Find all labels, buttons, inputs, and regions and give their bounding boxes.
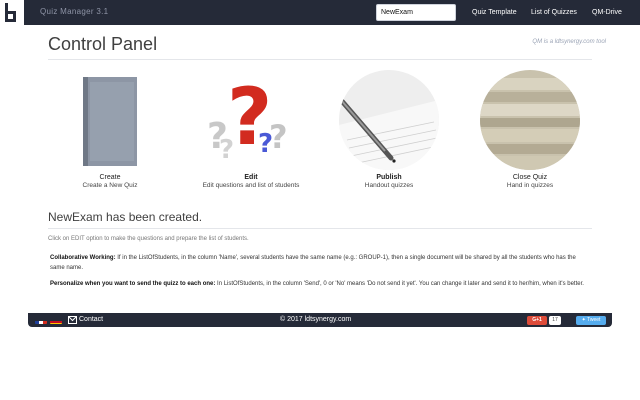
close-quiz-desc: Hand in quizzes [506,182,554,189]
hint-text: Click on EDIT option to make the questio… [48,236,249,242]
nav-quiz-template[interactable]: Quiz Template [472,9,517,16]
twitter-bird-icon: ✦ [581,317,586,323]
spanish-flag-icon[interactable] [50,316,62,324]
contact-link[interactable]: Contact [79,316,103,323]
nav-qm-drive[interactable]: QM-Drive [592,9,622,16]
folders-icon [480,70,580,170]
tweet-label: Tweet [587,317,601,323]
logo-icon[interactable] [0,0,24,25]
title-divider [48,59,592,60]
top-navbar: Quiz Manager 3.1 Quiz Template List of Q… [0,0,640,25]
main-panel: Control Panel QM is a ldtsynergy.com too… [28,25,612,313]
search-input[interactable] [376,4,456,21]
edit-tile[interactable]: ? ? ? ? ? Edit Edit questions and list o… [201,70,301,189]
question-marks-icon: ? ? ? ? ? [201,70,301,170]
create-tile[interactable]: Create Create a New Quiz [60,70,160,189]
note-body: In ListOfStudents, in the column 'Send',… [217,281,584,287]
publish-desc: Handout quizzes [364,182,414,189]
tweet-button[interactable]: ✦ Tweet [576,316,606,325]
note-title: Collaborative Working: [50,255,116,261]
note-collaborative: Collaborative Working: If in the ListOfS… [50,254,590,273]
note-title: Personalize when you want to send the qu… [50,281,216,287]
app-title: Quiz Manager 3.1 [40,7,109,16]
french-flag-icon[interactable] [35,316,47,324]
nav-list-of-quizzes[interactable]: List of Quizzes [531,9,577,16]
edit-desc: Edit questions and list of students [202,182,300,189]
create-label: Create [99,174,121,181]
create-desc: Create a New Quiz [82,182,138,189]
publish-label: Publish [376,174,402,181]
tagline: QM is a ldtsynergy.com tool [532,39,606,45]
edit-label: Edit [244,174,258,181]
close-quiz-tile[interactable]: Close Quiz Hand in quizzes [480,70,580,189]
note-personalize: Personalize when you want to send the qu… [50,280,590,290]
pen-icon [339,70,439,170]
footer: Contact © 2017 ldtsynergy.com G+1 17 ✦ T… [28,313,612,327]
copyright: © 2017 ldtsynergy.com [280,316,352,323]
svg-text:?: ? [258,129,273,159]
folder-icon [60,70,160,170]
page-title: Control Panel [48,34,158,54]
google-plus-button[interactable]: G+1 [527,316,547,325]
status-divider [48,228,592,229]
envelope-icon[interactable] [68,316,77,324]
publish-tile[interactable]: Publish Handout quizzes [339,70,439,189]
status-message: NewExam has been created. [48,210,203,224]
note-body: If in the ListOfStudents, in the column … [50,255,576,271]
google-plus-count: 17 [549,316,561,325]
close-quiz-label: Close Quiz [512,174,548,181]
